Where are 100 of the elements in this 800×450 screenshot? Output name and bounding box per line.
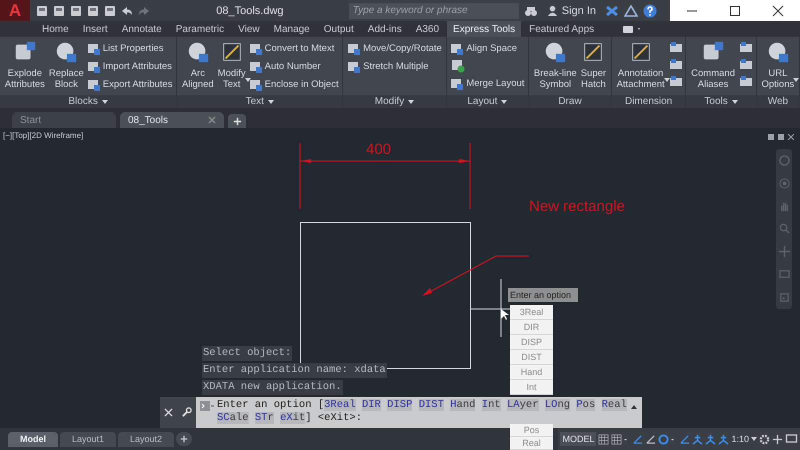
new-tab-button[interactable] <box>228 114 246 128</box>
layout-tab[interactable]: Model <box>8 432 58 446</box>
search-field[interactable]: Type a keyword or phrase <box>348 2 519 18</box>
grid-icon[interactable] <box>598 434 610 444</box>
ribbon-button[interactable]: Explode Attributes <box>2 39 47 91</box>
ribbon-tab[interactable]: Manage <box>268 21 316 37</box>
layout-tab[interactable]: Layout2 <box>118 432 174 446</box>
tab-label: Start <box>20 114 42 126</box>
tool-icon[interactable] <box>738 41 753 55</box>
dropdown-caret-icon[interactable] <box>102 100 108 104</box>
model-space-button[interactable]: MODEL <box>560 432 596 446</box>
user-icon <box>546 5 558 16</box>
command-option-link[interactable]: SCale <box>217 412 249 424</box>
help-icon[interactable] <box>643 4 657 18</box>
ribbon-button[interactable]: Command Aliases <box>689 39 737 91</box>
tool-icon[interactable] <box>668 75 683 89</box>
panel-title: Draw <box>558 96 582 107</box>
dropdown-caret-icon[interactable] <box>408 100 414 104</box>
ribbon-button[interactable]: Super Hatch <box>578 39 608 91</box>
command-option-link[interactable]: DISP <box>387 399 412 411</box>
command-option-link[interactable]: LAyer <box>507 399 539 411</box>
panel-title: Web <box>768 96 788 107</box>
tool-icon <box>86 42 101 56</box>
command-option-link[interactable]: DIST <box>418 399 444 411</box>
ribbon-button[interactable]: Import Attributes <box>86 59 173 74</box>
monitor-icon[interactable] <box>785 433 798 445</box>
ribbon-button[interactable]: URL Options <box>760 39 796 91</box>
gear-icon[interactable] <box>759 434 770 444</box>
tool-icon <box>86 60 101 74</box>
command-option-link[interactable]: STr <box>254 412 274 424</box>
ribbon-button[interactable]: Move/Copy/Rotate <box>346 41 443 56</box>
ribbon-tab[interactable]: Annotate <box>116 21 168 37</box>
binoculars-icon[interactable] <box>524 4 538 16</box>
ribbon-button[interactable]: Annotation Attachment <box>614 39 667 91</box>
command-option-link[interactable]: Pos <box>576 399 596 411</box>
ribbon-button[interactable]: Merge Layout <box>449 76 526 91</box>
ribbon-button[interactable]: Enclose in Object <box>248 77 340 92</box>
ribbon-button[interactable]: Export Attributes <box>86 77 174 92</box>
command-option-link[interactable]: LOng <box>544 399 570 411</box>
ribbon-button[interactable]: List Properties <box>86 41 164 56</box>
tool-icon <box>450 76 464 90</box>
tool-icon <box>248 60 263 74</box>
command-option-link[interactable]: Hand <box>450 399 476 411</box>
ribbon-button[interactable]: Align Space <box>449 41 518 56</box>
dropdown-caret-icon[interactable] <box>268 100 274 104</box>
panel-title: Tools <box>704 96 728 107</box>
viewport-label[interactable]: [−][Top][2D Wireframe] <box>3 131 84 140</box>
ribbon-button[interactable]: Convert to Mtext <box>248 41 336 56</box>
tool-icon[interactable] <box>451 59 466 73</box>
command-option-link[interactable]: Int <box>482 399 501 411</box>
layout-tab[interactable]: Layout1 <box>60 432 116 446</box>
new-layout-button[interactable] <box>176 432 192 446</box>
panel-title: Blocks <box>68 96 98 107</box>
file-tab[interactable]: 08_Tools <box>120 112 224 128</box>
panel-title: Dimension <box>624 96 672 107</box>
close-icon[interactable] <box>772 4 784 16</box>
panel-title: Text <box>246 96 264 107</box>
dropdown-caret-icon[interactable] <box>732 100 738 104</box>
ribbon-tab[interactable]: View <box>232 21 266 37</box>
sign-in-button[interactable]: Sign In <box>542 4 600 16</box>
video-camera-icon[interactable] <box>622 24 642 34</box>
ribbon-tab[interactable]: Parametric <box>170 21 230 37</box>
tool-icon[interactable] <box>668 58 683 72</box>
ribbon-tab[interactable]: Express Tools <box>447 21 522 37</box>
tool-icon <box>86 78 101 92</box>
ribbon-button[interactable]: Arc Aligned <box>180 39 216 91</box>
dropdown-caret-icon[interactable] <box>501 100 508 104</box>
window-title: 08_Tools.dwg <box>215 4 285 16</box>
command-option-link[interactable]: DIR <box>362 399 381 411</box>
tool-icon <box>347 60 362 74</box>
ribbon-tab[interactable]: Featured Apps <box>523 21 600 37</box>
command-option-link[interactable]: Real <box>602 399 627 411</box>
ribbon-tab[interactable]: Add-ins <box>362 21 408 37</box>
ribbon-tab[interactable]: A360 <box>410 21 446 37</box>
ribbon-tab[interactable]: Insert <box>76 21 114 37</box>
command-option-link[interactable]: eXit <box>280 412 306 424</box>
dropdown-caret-icon <box>664 78 670 82</box>
dropdown-caret-icon[interactable] <box>751 437 757 441</box>
undo-icon[interactable] <box>120 4 134 16</box>
tool-icon <box>347 42 362 56</box>
tool-icon[interactable] <box>738 58 753 72</box>
ribbon-button[interactable]: Modify Text <box>216 39 248 91</box>
panel-title: Modify <box>374 96 404 107</box>
viewport-controls-icon[interactable] <box>768 134 794 140</box>
wrench-icon[interactable] <box>181 407 192 418</box>
maximize-icon[interactable] <box>728 4 741 16</box>
tool-icon[interactable] <box>738 75 753 89</box>
annotation-text: New rectangle <box>529 198 625 215</box>
history-toggle-icon[interactable] <box>631 405 637 409</box>
polar-icon[interactable] <box>658 434 670 444</box>
ribbon-tab[interactable]: Output <box>318 21 360 37</box>
plus-icon[interactable] <box>772 434 783 444</box>
command-option-link[interactable]: 3Real <box>324 399 356 411</box>
ribbon-button[interactable]: Stretch Multiple <box>346 59 430 74</box>
ribbon-button[interactable]: Break-line Symbol <box>532 39 579 91</box>
annotation-scale[interactable]: 1:10 <box>731 434 749 444</box>
tool-icon[interactable] <box>668 41 683 55</box>
ribbon-button[interactable]: Replace Block <box>46 39 86 91</box>
ribbon-button[interactable]: Auto Number <box>248 59 322 74</box>
ribbon-tab[interactable]: Home <box>36 21 75 37</box>
